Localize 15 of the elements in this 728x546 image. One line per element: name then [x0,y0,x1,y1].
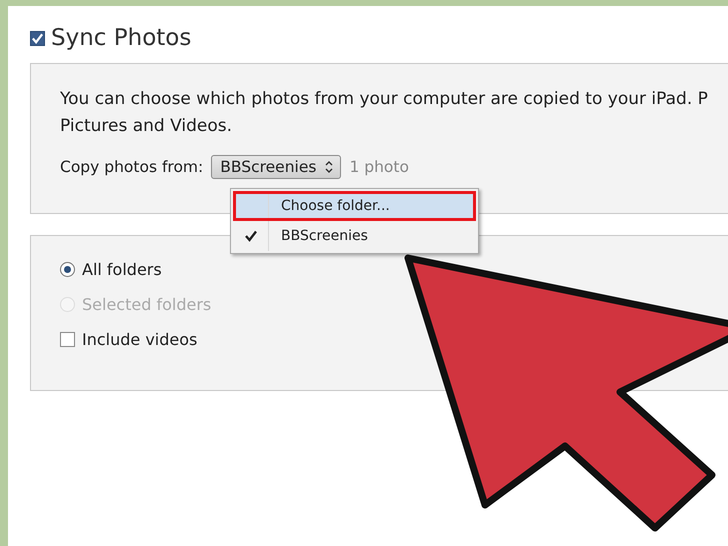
menu-item[interactable]: Choose folder... [233,191,476,221]
radio-button[interactable] [60,262,75,277]
updown-icon [324,160,334,174]
menu-item[interactable]: BBScreenies [233,221,476,251]
description-text: Pictures and Videos. [60,115,234,138]
description-text: You can choose which photos from your computer are copied to your iPad. P [60,88,709,111]
checkbox[interactable] [30,30,45,46]
option-label: All folders [82,260,162,279]
section-title: Sync Photos [51,25,192,51]
folder-dropdown[interactable]: BBScreenies [211,155,342,179]
checkbox[interactable] [60,332,75,347]
option-label: Include videos [82,330,198,349]
copy-label: Copy photos from: [60,158,204,176]
option-label: Selected folders [82,295,212,314]
photo-count: 1 photo [349,158,409,176]
